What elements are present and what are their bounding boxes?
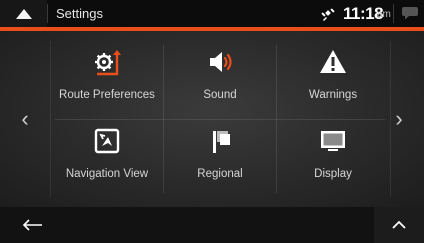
tile-regional[interactable]: Regional bbox=[164, 120, 276, 198]
page-title: Settings bbox=[56, 6, 103, 21]
tile-navigation-view[interactable]: Navigation View bbox=[51, 120, 163, 198]
bottom-bar bbox=[0, 207, 424, 243]
tile-label: Navigation View bbox=[65, 168, 149, 180]
navigation-view-icon bbox=[94, 128, 120, 154]
home-triangle-icon bbox=[15, 8, 32, 19]
tile-label: Regional bbox=[197, 168, 243, 180]
tile-warnings[interactable]: Warnings bbox=[277, 41, 389, 119]
message-bubble-icon[interactable] bbox=[401, 6, 419, 21]
route-preferences-icon bbox=[95, 50, 121, 76]
settings-menu-panel: ‹ Route Preferences Sound Warnings Navig… bbox=[0, 31, 424, 207]
chevron-left-icon: ‹ bbox=[21, 106, 29, 131]
tile-label: Display bbox=[314, 168, 352, 180]
speaker-icon bbox=[210, 52, 232, 72]
tile-label: Warnings bbox=[308, 89, 358, 101]
chevron-right-icon: › bbox=[395, 106, 403, 131]
settings-grid: Route Preferences Sound Warnings Navigat… bbox=[51, 41, 389, 197]
up-button[interactable] bbox=[374, 207, 424, 243]
tile-label: Sound bbox=[203, 89, 237, 101]
divider bbox=[393, 4, 394, 23]
next-page-button[interactable]: › bbox=[374, 31, 424, 207]
up-chevron-icon bbox=[392, 220, 406, 229]
tile-sound[interactable]: Sound bbox=[164, 41, 276, 119]
back-arrow-icon bbox=[22, 219, 42, 231]
status-bar: Settings 11:18 am bbox=[0, 0, 424, 27]
divider bbox=[47, 4, 48, 23]
settings-screen: Settings 11:18 am ‹ Route Preferences So… bbox=[0, 0, 424, 243]
tile-display[interactable]: Display bbox=[277, 120, 389, 198]
display-icon bbox=[321, 131, 345, 151]
previous-page-button[interactable]: ‹ bbox=[0, 31, 50, 207]
regional-flag-icon bbox=[213, 131, 230, 153]
tile-route-preferences[interactable]: Route Preferences bbox=[51, 41, 163, 119]
home-button[interactable] bbox=[0, 0, 47, 27]
back-button[interactable] bbox=[0, 207, 66, 243]
warning-icon bbox=[320, 50, 346, 73]
clock-ampm: am bbox=[377, 9, 391, 20]
tile-label: Route Preferences bbox=[59, 89, 155, 101]
satellite-icon bbox=[321, 8, 335, 21]
